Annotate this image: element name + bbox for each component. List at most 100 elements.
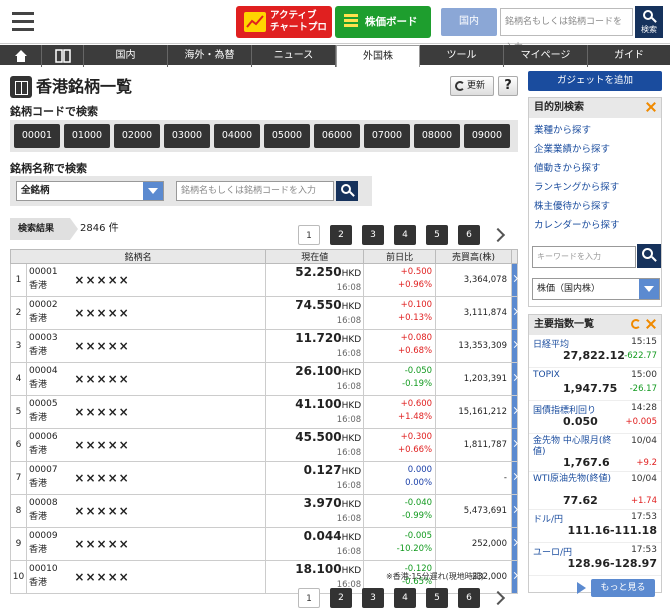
link-by-ranking[interactable]: ランキングから探す — [529, 178, 661, 197]
table-row[interactable]: 4 00004 香港 ××××× 26.100HKD 16:08 -0.050 -0.19% 1… — [10, 362, 519, 396]
stock-name[interactable]: ××××× — [72, 428, 267, 462]
nav-overseas-fx[interactable]: 海外・為替 — [168, 45, 252, 67]
code-button[interactable]: 07000 — [364, 124, 410, 148]
table-row[interactable]: 5 00005 香港 ××××× 41.100HKD 16:08 +0.600 +1.48% 1… — [10, 395, 519, 429]
header-search-button[interactable]: 検索 — [635, 6, 663, 38]
stock-name[interactable]: ××××× — [72, 263, 267, 297]
home-icon[interactable] — [0, 45, 42, 67]
stock-code[interactable]: 00001 — [29, 265, 70, 279]
page-button[interactable]: 5 — [426, 588, 448, 608]
chevron-right-icon[interactable] — [510, 461, 519, 495]
link-by-industry[interactable]: 業種から探す — [529, 121, 661, 140]
market-select[interactable]: 全銘柄 — [16, 181, 164, 201]
domestic-tab[interactable]: 国内 — [441, 8, 497, 36]
index-name[interactable]: 金先物 中心限月(終値) — [533, 436, 623, 458]
table-row[interactable]: 3 00003 香港 ××××× 11.720HKD 16:08 +0.080 +0.68% 1… — [10, 329, 519, 363]
page-button[interactable]: 5 — [426, 225, 448, 245]
add-gadget-button[interactable]: ガジェットを追加 — [528, 71, 662, 91]
index-name[interactable]: ユーロ/円 — [533, 545, 572, 558]
stock-name[interactable]: ××××× — [72, 296, 267, 330]
stock-name[interactable]: ××××× — [72, 494, 267, 528]
stock-name[interactable]: ××××× — [72, 527, 267, 561]
header-search-input[interactable]: 銘柄名もしくは銘柄コードを入力 — [500, 8, 633, 53]
code-button[interactable]: 04000 — [214, 124, 260, 148]
chevron-right-icon[interactable] — [510, 329, 519, 363]
refresh-icon[interactable] — [631, 319, 641, 329]
code-button[interactable]: 00001 — [14, 124, 60, 148]
link-by-benefits[interactable]: 株主優待から探す — [529, 197, 661, 216]
page-button-current[interactable]: 1 — [298, 588, 320, 608]
code-button[interactable]: 05000 — [264, 124, 310, 148]
refresh-button[interactable]: 更新 — [450, 76, 494, 96]
page-button[interactable]: 6 — [458, 588, 480, 608]
nav-domestic[interactable]: 国内 — [84, 45, 168, 67]
name-search-button[interactable] — [336, 181, 358, 201]
chevron-right-icon[interactable] — [510, 428, 519, 462]
stock-code[interactable]: 00005 — [29, 397, 70, 411]
stock-code[interactable]: 00007 — [29, 463, 70, 477]
page-button-current[interactable]: 1 — [298, 225, 320, 245]
stock-code[interactable]: 00003 — [29, 331, 70, 345]
stock-name[interactable]: ××××× — [72, 329, 267, 363]
book-icon[interactable] — [42, 45, 84, 67]
nav-tools[interactable]: ツール — [420, 45, 504, 67]
page-button[interactable]: 3 — [362, 225, 384, 245]
chevron-right-icon[interactable] — [490, 225, 506, 245]
help-button[interactable]: ? — [498, 76, 518, 96]
chevron-right-icon[interactable] — [510, 527, 519, 561]
stock-name[interactable]: ××××× — [72, 560, 267, 594]
page-button[interactable]: 6 — [458, 225, 480, 245]
code-button[interactable]: 06000 — [314, 124, 360, 148]
stock-code[interactable]: 00006 — [29, 430, 70, 444]
link-by-movement[interactable]: 値動きから探す — [529, 159, 661, 178]
chevron-right-icon[interactable] — [510, 362, 519, 396]
stock-code[interactable]: 00009 — [29, 529, 70, 543]
index-name[interactable]: TOPIX — [533, 370, 560, 380]
code-button[interactable]: 02000 — [114, 124, 160, 148]
index-name[interactable]: WTI原油先物(終値) — [533, 474, 623, 485]
stock-board-button[interactable]: 株価ボード — [335, 6, 431, 38]
keyword-search-button[interactable] — [637, 244, 661, 268]
close-icon[interactable] — [645, 318, 657, 330]
table-row[interactable]: 6 00006 香港 ××××× 45.500HKD 16:08 +0.300 +0.66% 1… — [10, 428, 519, 462]
stock-code[interactable]: 00002 — [29, 298, 70, 312]
code-button[interactable]: 01000 — [64, 124, 110, 148]
chevron-right-icon[interactable] — [510, 296, 519, 330]
index-name[interactable]: ドル/円 — [533, 512, 563, 525]
category-select[interactable]: 株価（国内株） — [532, 278, 660, 300]
page-button[interactable]: 2 — [330, 588, 352, 608]
table-row[interactable]: 9 00009 香港 ××××× 0.044HKD 16:08 -0.005 -10.20% 2… — [10, 527, 519, 561]
link-by-earnings[interactable]: 企業業績から探す — [529, 140, 661, 159]
chevron-right-icon[interactable] — [490, 588, 506, 608]
stock-code[interactable]: 00010 — [29, 562, 70, 576]
link-by-calendar[interactable]: カレンダーから探す — [529, 216, 661, 235]
page-button[interactable]: 2 — [330, 225, 352, 245]
close-icon[interactable] — [645, 101, 657, 113]
chevron-right-icon[interactable] — [510, 263, 519, 297]
nav-foreign-stocks[interactable]: 外国株 — [336, 45, 420, 67]
table-row[interactable]: 8 00008 香港 ××××× 3.970HKD 16:08 -0.040 -0.99% 5,… — [10, 494, 519, 528]
stock-name[interactable]: ××××× — [72, 395, 267, 429]
name-search-input[interactable]: 銘柄名もしくは銘柄コードを入力 — [176, 181, 334, 201]
stock-code[interactable]: 00008 — [29, 496, 70, 510]
chevron-right-icon[interactable] — [510, 395, 519, 429]
page-button[interactable]: 3 — [362, 588, 384, 608]
nav-mypage[interactable]: マイページ — [504, 45, 588, 67]
code-button[interactable]: 03000 — [164, 124, 210, 148]
code-button[interactable]: 09000 — [464, 124, 510, 148]
active-chart-pro-button[interactable]: アクティブ チャートプロ — [236, 6, 332, 38]
stock-code[interactable]: 00004 — [29, 364, 70, 378]
page-button[interactable]: 4 — [394, 588, 416, 608]
table-row[interactable]: 2 00002 香港 ××××× 74.550HKD 16:08 +0.100 +0.13% 3… — [10, 296, 519, 330]
keyword-input[interactable]: キーワードを入力 — [532, 246, 636, 268]
menu-icon[interactable] — [6, 4, 42, 40]
code-button[interactable]: 08000 — [414, 124, 460, 148]
stock-name[interactable]: ××××× — [72, 362, 267, 396]
table-row[interactable]: 1 00001 香港 ××××× 52.250HKD 16:08 +0.500 +0.96% 3… — [10, 263, 519, 297]
table-row[interactable]: 7 00007 香港 ××××× 0.127HKD 16:08 0.000 0.00% - — [10, 461, 519, 495]
more-button[interactable]: もっと見る — [591, 579, 655, 597]
page-button[interactable]: 4 — [394, 225, 416, 245]
chevron-right-icon[interactable] — [510, 560, 519, 594]
nav-news[interactable]: ニュース — [252, 45, 336, 67]
nav-guide[interactable]: ガイド — [588, 45, 670, 67]
